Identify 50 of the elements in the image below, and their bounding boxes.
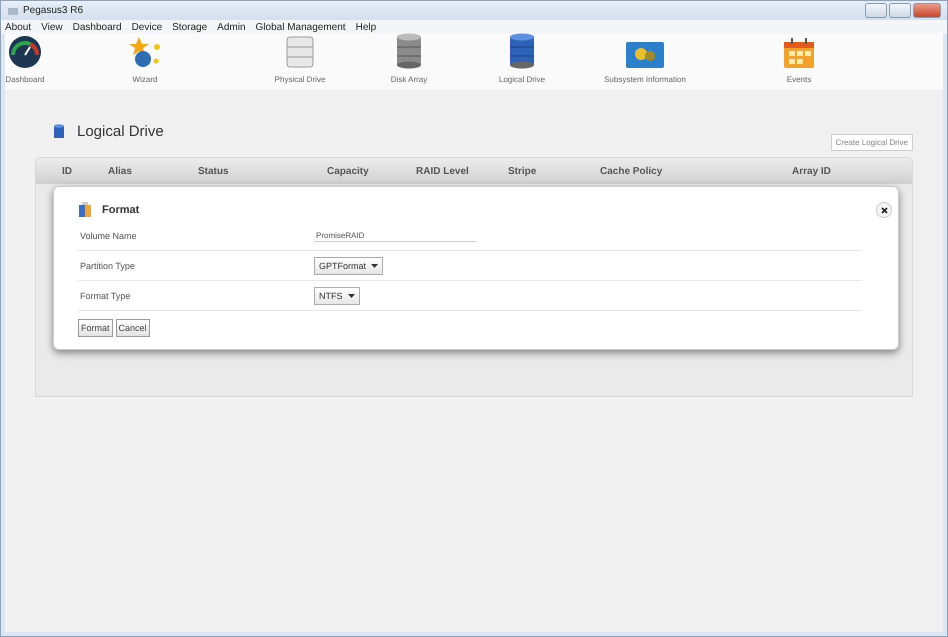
wizard-icon — [127, 35, 163, 69]
toolbar-button[interactable]: Dashboard — [5, 35, 45, 84]
drive-icon — [285, 35, 315, 69]
menu-item[interactable]: Global Management — [256, 22, 346, 32]
column-header[interactable]: ID — [62, 166, 108, 176]
database-icon — [395, 33, 423, 69]
toolbar-button[interactable]: Wizard — [45, 35, 245, 84]
column-header[interactable]: Status — [198, 166, 327, 176]
dropdown[interactable]: GPTFormat — [314, 256, 384, 274]
gears-icon — [625, 41, 665, 69]
menu-item[interactable]: Admin — [217, 22, 246, 32]
calendar-icon — [782, 37, 816, 69]
column-header[interactable]: RAID Level — [416, 166, 508, 176]
column-header[interactable]: Alias — [108, 166, 198, 176]
database-icon — [508, 33, 536, 69]
dropdown[interactable]: NTFS — [314, 286, 360, 304]
menu-item[interactable]: Dashboard — [72, 22, 122, 32]
page-title: Logical Drive — [77, 123, 164, 140]
field-label: Format Type — [79, 290, 132, 300]
column-header[interactable]: Cache Policy — [600, 166, 792, 176]
close-button[interactable] — [876, 202, 892, 218]
toolbar-button[interactable]: Logical Drive — [463, 33, 581, 84]
menu-item[interactable]: Device — [132, 22, 162, 32]
menu-item[interactable]: Help — [356, 22, 376, 32]
window-title: Pegasus3 R6 — [23, 5, 84, 16]
caret-icon — [371, 264, 378, 268]
maximize-button[interactable] — [889, 3, 911, 18]
dialog-title: Format — [102, 204, 140, 216]
caret-icon — [348, 294, 354, 298]
toolbar-button[interactable]: Physical Drive — [245, 35, 355, 84]
create-button[interactable]: Create Logical Drive — [830, 134, 913, 151]
toolbar-button[interactable]: Events — [709, 37, 889, 84]
database-icon — [53, 124, 65, 140]
column-header[interactable]: Array ID — [792, 166, 912, 176]
column-header[interactable]: Capacity — [327, 166, 416, 176]
app-icon — [7, 6, 19, 16]
close-icon — [880, 206, 888, 214]
minimize-button[interactable] — [865, 3, 887, 18]
menu-item[interactable]: Storage — [172, 22, 208, 32]
input-field[interactable]: PromiseRAID — [314, 229, 476, 242]
menu-item[interactable]: View — [41, 22, 63, 32]
field-label: Volume Name — [79, 230, 138, 240]
toolbar-button[interactable]: Disk Array — [355, 33, 463, 84]
column-header[interactable]: Stripe — [508, 166, 600, 176]
menu-item[interactable]: About — [5, 22, 32, 32]
toolbar-button[interactable]: Subsystem Information — [581, 41, 709, 84]
field-label: Partition Type — [79, 260, 136, 270]
dialog-button[interactable]: Cancel — [116, 319, 150, 337]
box-icon — [78, 202, 92, 218]
dialog-button[interactable]: Format — [78, 319, 113, 337]
